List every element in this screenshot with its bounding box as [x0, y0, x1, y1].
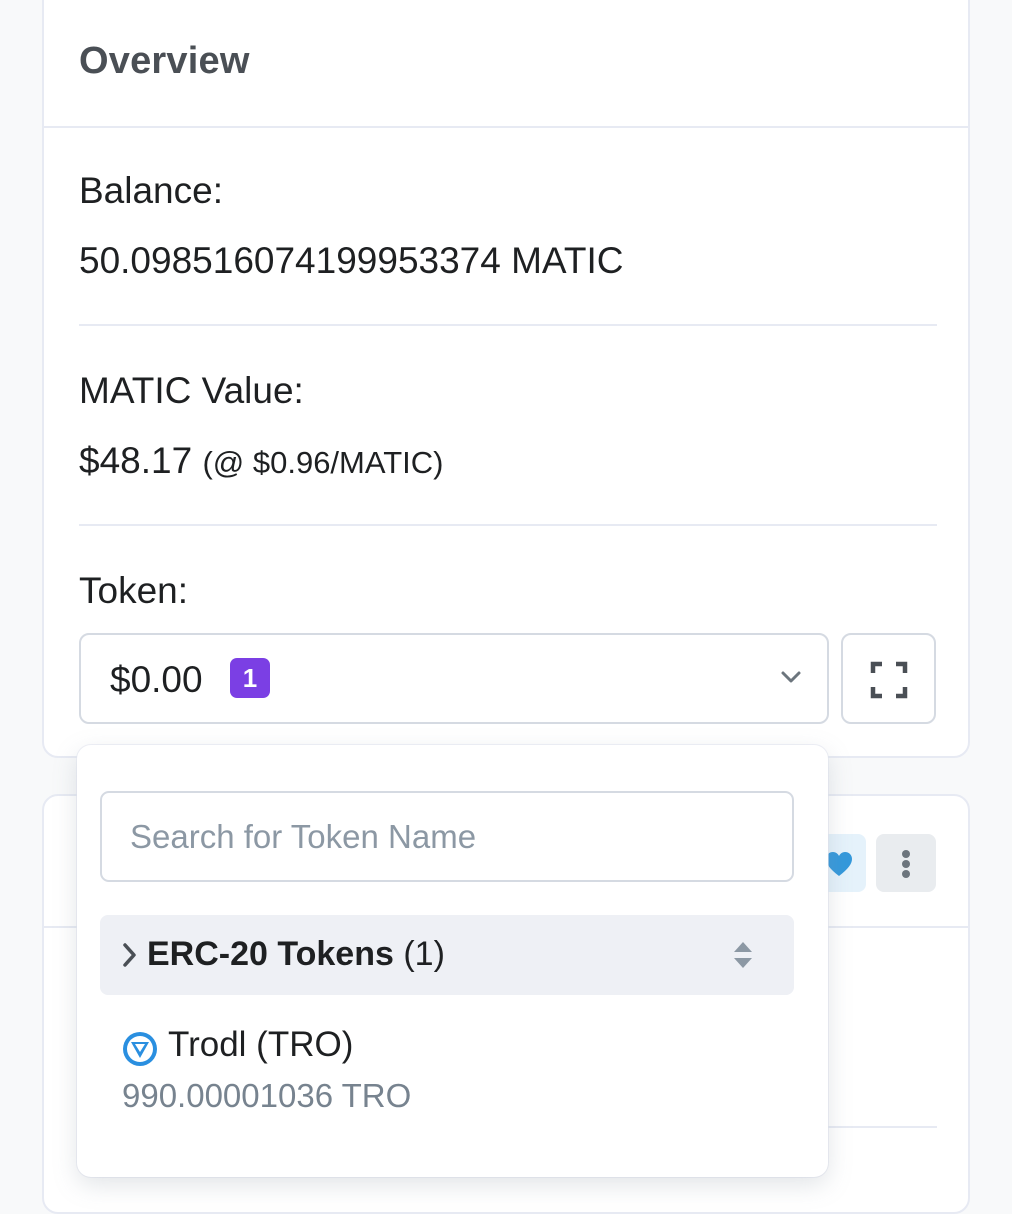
- chevron-right-icon: [123, 943, 136, 967]
- token-label: Token:: [79, 570, 189, 611]
- matic-value: $48.17 (@ $0.96/MATIC): [79, 440, 444, 482]
- expand-icon: [870, 661, 908, 699]
- chevron-down-icon: [779, 665, 803, 689]
- balance-value: 50.098516074199953374 MATIC: [79, 240, 624, 281]
- more-options-button[interactable]: [876, 834, 936, 892]
- group-count: (1): [403, 935, 445, 973]
- overview-header: Overview: [44, 0, 968, 128]
- token-holdings-dropdown[interactable]: $0.00 1: [79, 633, 829, 724]
- erc20-tokens-group-header[interactable]: ERC-20 Tokens (1): [100, 915, 794, 995]
- matic-value-rate: (@ $0.96/MATIC): [202, 445, 444, 480]
- expand-button[interactable]: [841, 633, 936, 724]
- divider: [79, 524, 937, 526]
- token-count-badge: 1: [230, 658, 270, 698]
- group-title: ERC-20 Tokens (1): [147, 935, 445, 974]
- matic-value-usd: $48.17: [79, 440, 193, 481]
- token-holdings-value: $0.00: [110, 659, 203, 700]
- token-list-item[interactable]: Trodl (TRO) 990.00001036 TRO: [100, 1015, 794, 1135]
- sort-icon: [734, 942, 752, 968]
- token-name: Trodl (TRO): [168, 1025, 354, 1064]
- card-title: Overview: [79, 40, 250, 82]
- overview-card: Overview Balance: 50.098516074199953374 …: [42, 0, 970, 758]
- token-search-input[interactable]: [100, 791, 794, 882]
- token-dropdown-menu: ERC-20 Tokens (1) Trodl (TRO) 990.000010…: [77, 745, 828, 1177]
- group-name: ERC-20 Tokens: [147, 935, 394, 973]
- balance-label: Balance:: [79, 170, 223, 211]
- trodl-token-icon: [123, 1032, 157, 1066]
- matic-value-label: MATIC Value:: [79, 370, 304, 411]
- divider: [79, 324, 937, 326]
- heart-icon: [826, 852, 852, 876]
- token-quantity: 990.00001036 TRO: [122, 1077, 412, 1114]
